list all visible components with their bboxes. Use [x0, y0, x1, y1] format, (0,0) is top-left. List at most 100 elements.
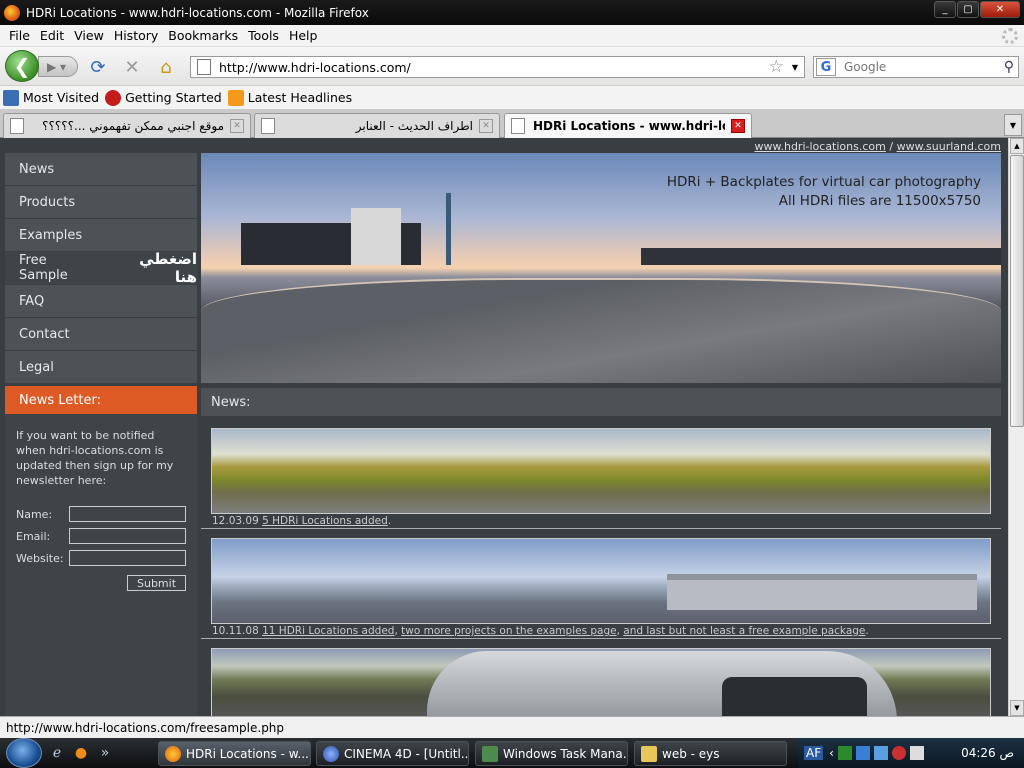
- name-label: Name:: [16, 507, 53, 521]
- news-link[interactable]: and last but not least a free example pa…: [623, 625, 865, 637]
- forward-button[interactable]: ▶ ▾: [38, 56, 78, 77]
- submit-button[interactable]: Submit: [127, 575, 186, 591]
- news-caption-1: 12.03.09 5 HDRi Locations added.: [212, 515, 391, 527]
- nav-label: Legal: [19, 359, 54, 375]
- close-window-button[interactable]: ✕: [980, 1, 1020, 18]
- menu-tools[interactable]: Tools: [243, 28, 284, 43]
- status-text: http://www.hdri-locations.com/freesample…: [6, 720, 285, 735]
- task-task-manager[interactable]: Windows Task Mana...: [475, 741, 628, 766]
- tray-volume-icon[interactable]: [909, 746, 924, 760]
- nav-examples[interactable]: Examples: [5, 219, 197, 252]
- task-web-folder[interactable]: web - eys: [634, 741, 787, 766]
- address-bar[interactable]: http://www.hdri-locations.com/ ☆ ▼: [190, 56, 805, 78]
- menu-edit[interactable]: Edit: [35, 28, 69, 43]
- news-image-car[interactable]: [211, 648, 991, 716]
- news-link[interactable]: 5 HDRi Locations added: [262, 515, 388, 527]
- newsletter-form: If you want to be notified when hdri-loc…: [5, 414, 197, 716]
- google-engine-icon[interactable]: G: [816, 58, 836, 76]
- tab-forum[interactable]: اطراف الحديث - العنابر ✕: [254, 113, 500, 138]
- tab-list-button[interactable]: ▼: [1004, 114, 1022, 136]
- scroll-up-icon[interactable]: ▲: [1010, 138, 1024, 154]
- quicklaunch-firefox-icon[interactable]: ●: [72, 744, 90, 762]
- scroll-down-icon[interactable]: ▼: [1010, 700, 1024, 716]
- news-separator: [201, 638, 1001, 639]
- tray-expand-icon[interactable]: ‹: [829, 746, 834, 760]
- email-row: Email:: [16, 528, 186, 544]
- link-suurland[interactable]: www.suurland.com: [897, 140, 1001, 153]
- tray-monitor-icon[interactable]: [873, 746, 888, 760]
- home-icon[interactable]: ⌂: [156, 57, 176, 78]
- tab-hdri-locations[interactable]: HDRi Locations - www.hdri-locati... ✕: [504, 113, 752, 138]
- news-link[interactable]: two more projects on the examples page: [401, 625, 616, 637]
- close-tab-icon[interactable]: ✕: [230, 119, 244, 133]
- task-firefox[interactable]: HDRi Locations - w...: [158, 741, 311, 766]
- tab-arabic-site[interactable]: موقع اجنبي ممكن تفهموني ...؟؟؟؟؟ ✕: [3, 113, 251, 138]
- news-image-harbor[interactable]: [211, 538, 991, 624]
- menu-file[interactable]: File: [4, 28, 35, 43]
- clock[interactable]: 04:26 ص: [961, 746, 1014, 760]
- news-link[interactable]: 11 HDRi Locations added: [262, 625, 394, 637]
- minimize-button[interactable]: _: [934, 1, 956, 18]
- page-scrollbar[interactable]: ▲ ▼: [1008, 138, 1024, 716]
- bookmark-star-icon[interactable]: ☆: [769, 57, 784, 77]
- menu-view[interactable]: View: [69, 28, 109, 43]
- bookmark-latest-headlines[interactable]: Latest Headlines: [227, 89, 352, 106]
- page-icon: [511, 118, 525, 134]
- tray-antivirus-icon[interactable]: [891, 746, 906, 760]
- news-image-hills[interactable]: [211, 428, 991, 514]
- tray-network-icon[interactable]: [855, 746, 870, 760]
- bookmark-most-visited[interactable]: Most Visited: [3, 89, 99, 106]
- close-tab-icon[interactable]: ✕: [479, 119, 493, 133]
- task-cinema4d[interactable]: CINEMA 4D - [Untitl...: [316, 741, 469, 766]
- top-links: www.hdri-locations.com / www.suurland.co…: [755, 140, 1002, 153]
- activity-throbber-icon: [1002, 28, 1018, 44]
- language-indicator[interactable]: AF: [804, 746, 824, 760]
- page-icon: [10, 118, 24, 134]
- nav-label: Free Sample: [19, 253, 68, 283]
- nav-faq[interactable]: FAQ: [5, 285, 197, 318]
- nav-label: Contact: [19, 326, 70, 342]
- menu-help[interactable]: Help: [284, 28, 323, 43]
- reload-icon[interactable]: ⟳: [88, 57, 108, 78]
- url-text[interactable]: http://www.hdri-locations.com/: [219, 60, 769, 75]
- nav-products[interactable]: Products: [5, 186, 197, 219]
- search-icon[interactable]: ⚲: [1004, 59, 1014, 75]
- link-hdri-locations[interactable]: www.hdri-locations.com: [755, 140, 886, 153]
- scroll-thumb[interactable]: [1010, 155, 1024, 427]
- quicklaunch-ie-icon[interactable]: ℯ: [48, 744, 66, 762]
- harbor-silo: [351, 208, 401, 265]
- window-titlebar: HDRi Locations - www.hdri-locations.com …: [0, 0, 1024, 25]
- website-field[interactable]: [69, 550, 186, 566]
- url-dropdown-icon[interactable]: ▼: [792, 63, 798, 72]
- pier: [201, 278, 1001, 383]
- nav-label: Examples: [19, 227, 83, 243]
- search-bar[interactable]: G ⚲: [813, 56, 1019, 78]
- tray-app-icon[interactable]: [837, 746, 852, 760]
- link-separator: /: [889, 140, 894, 153]
- nav-legal[interactable]: Legal: [5, 351, 197, 384]
- name-row: Name:: [16, 506, 186, 522]
- back-button[interactable]: ❮: [5, 50, 39, 82]
- firefox-icon: [4, 4, 20, 21]
- nav-free-sample[interactable]: Free Sample اضغطي هنا: [5, 250, 197, 286]
- bookmark-getting-started[interactable]: Getting Started: [105, 89, 222, 106]
- close-tab-icon[interactable]: ✕: [731, 119, 745, 133]
- menu-bookmarks[interactable]: Bookmarks: [163, 28, 243, 43]
- forward-arrow-icon: ▶ ▾: [47, 59, 67, 74]
- website-label: Website:: [16, 551, 64, 565]
- task-label: Windows Task Mana...: [503, 746, 628, 761]
- task-label: web - eys: [662, 746, 720, 761]
- stop-icon[interactable]: ✕: [122, 57, 142, 78]
- name-field[interactable]: [69, 506, 186, 522]
- email-field[interactable]: [69, 528, 186, 544]
- nav-news[interactable]: News: [5, 153, 197, 186]
- banner-line-2: All HDRi files are 11500x5750: [778, 193, 981, 209]
- tab-strip: موقع اجنبي ممكن تفهموني ...؟؟؟؟؟ ✕ اطراف…: [0, 110, 1024, 138]
- nav-contact[interactable]: Contact: [5, 318, 197, 351]
- maximize-button[interactable]: ▢: [957, 1, 979, 18]
- search-input[interactable]: [844, 60, 1004, 74]
- quicklaunch-more-icon[interactable]: »: [96, 744, 114, 762]
- menu-history[interactable]: History: [109, 28, 163, 43]
- news-heading: News:: [201, 388, 1001, 416]
- start-button[interactable]: [6, 738, 42, 768]
